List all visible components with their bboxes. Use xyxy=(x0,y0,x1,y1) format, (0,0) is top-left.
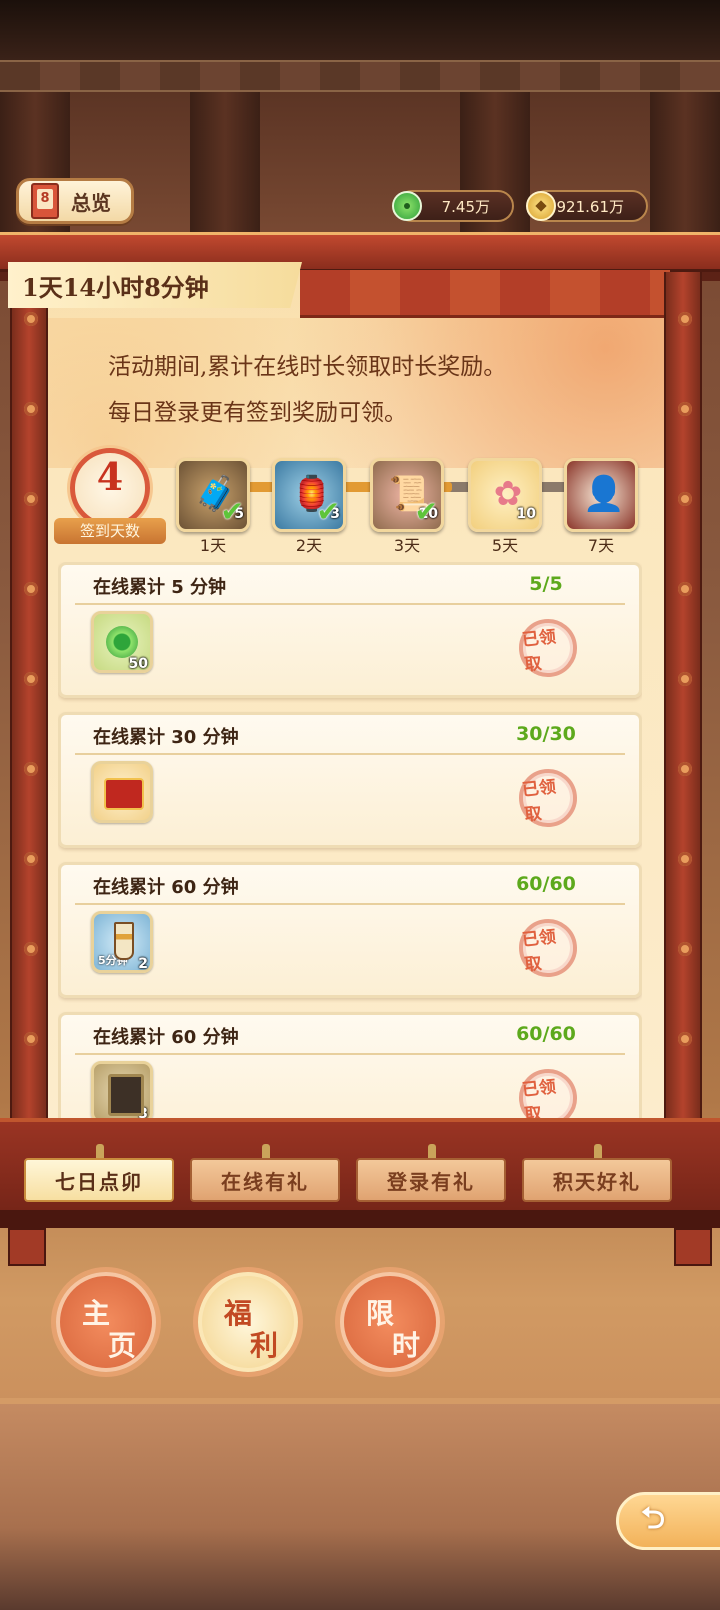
claimed-stamp: 已领取 xyxy=(516,766,580,830)
ornate-beam xyxy=(0,60,720,92)
overview-button[interactable]: 8 总览 xyxy=(16,178,134,224)
jade-coin-icon[interactable]: 50 xyxy=(91,611,153,673)
back-button[interactable]: ⮌ xyxy=(616,1492,720,1550)
task-title: 在线累计 5 分钟 xyxy=(93,577,227,598)
online-reward-list[interactable]: 在线累计 5 分钟 5/5 50 已领取 在线累计 30 分钟 30/30 已领… xyxy=(58,562,642,1118)
check-icon: ✔ xyxy=(316,495,340,528)
hourglass-icon[interactable]: 5分钟 2 xyxy=(91,911,153,973)
tab-online-gift[interactable]: 在线有礼 xyxy=(190,1158,340,1202)
frame-left xyxy=(10,272,48,1132)
description-line: 每日登录更有签到奖励可领。 xyxy=(108,400,407,426)
jade-coin-icon xyxy=(392,191,422,221)
signin-days-label: 签到天数 xyxy=(54,518,166,544)
book-icon: 8 xyxy=(25,181,65,221)
floor xyxy=(0,1404,720,1610)
signin-days-badge: 4 签到天数 xyxy=(54,448,166,544)
nav-limited[interactable]: 限 时 xyxy=(340,1272,440,1372)
check-icon: ✔ xyxy=(414,495,438,528)
task-title: 在线累计 60 分钟 xyxy=(93,877,239,898)
claimed-stamp: 已领取 xyxy=(516,1066,580,1118)
frame-right xyxy=(664,272,702,1132)
task-card: 在线累计 30 分钟 30/30 已领取 xyxy=(58,712,642,848)
gold-currency[interactable]: 921.61万 xyxy=(526,190,648,222)
signin-reward-day2[interactable]: 🏮 3 ✔ 2天 xyxy=(272,458,346,555)
pillar xyxy=(190,92,260,242)
signin-reward-day1[interactable]: 🧳 5 ✔ 1天 xyxy=(176,458,250,555)
jade-amount: 7.45万 xyxy=(441,197,490,216)
shelf-leg xyxy=(674,1228,712,1266)
signin-days-count: 4 xyxy=(96,454,124,499)
signin-reward-day7[interactable]: 👤 7天 xyxy=(564,458,638,555)
gold-coin-icon xyxy=(526,191,556,221)
event-description: 活动期间,累计在线时长领取时长奖励。 每日登录更有签到奖励可领。 xyxy=(108,344,628,436)
tab-login-gift[interactable]: 登录有礼 xyxy=(356,1158,506,1202)
shelf-leg xyxy=(8,1228,46,1266)
task-title: 在线累计 60 分钟 xyxy=(93,1027,239,1048)
character-portrait-icon: 👤 xyxy=(582,474,626,514)
event-countdown: 1天14小时8分钟 xyxy=(8,262,302,308)
description-line: 活动期间,累计在线时长领取时长奖励。 xyxy=(108,354,507,380)
roof-beam xyxy=(0,0,720,60)
claimed-stamp: 已领取 xyxy=(516,916,580,980)
overview-label: 总览 xyxy=(71,190,111,215)
tab-cumulative-gift[interactable]: 积天好礼 xyxy=(522,1158,672,1202)
task-progress: 60/60 xyxy=(516,873,576,895)
task-card: 在线累计 60 分钟 60/60 3 已领取 xyxy=(58,1012,642,1118)
task-progress: 60/60 xyxy=(516,1023,576,1045)
task-progress: 5/5 xyxy=(529,573,563,595)
back-arrow-icon: ⮌ xyxy=(641,1500,666,1536)
task-title: 在线累计 30 分钟 xyxy=(93,727,239,748)
game-scene: 8 总览 7.45万 921.61万 1天14小时8分钟 活动期间,累计在线时长… xyxy=(0,0,720,1610)
signin-reward-day5[interactable]: ✿ 10 5天 xyxy=(468,458,542,555)
claimed-stamp: 已领取 xyxy=(516,616,580,680)
check-icon: ✔ xyxy=(220,495,244,528)
task-progress: 30/30 xyxy=(516,723,576,745)
red-gift-box-icon[interactable] xyxy=(91,761,153,823)
jade-currency[interactable]: 7.45万 xyxy=(392,190,514,222)
signin-reward-day3[interactable]: 📜 10 ✔ 3天 xyxy=(370,458,444,555)
nav-welfare[interactable]: 福 利 xyxy=(198,1272,298,1372)
chest-icon[interactable]: 3 xyxy=(91,1061,153,1118)
tab-seven-day-checkin[interactable]: 七日点卯 xyxy=(24,1158,174,1202)
nav-home[interactable]: 主 页 xyxy=(56,1272,156,1372)
board-top-decoration xyxy=(300,270,670,318)
task-card: 在线累计 5 分钟 5/5 50 已领取 xyxy=(58,562,642,698)
pillar xyxy=(650,92,720,242)
gold-amount: 921.61万 xyxy=(556,197,625,216)
task-card: 在线累计 60 分钟 60/60 5分钟 2 已领取 xyxy=(58,862,642,998)
